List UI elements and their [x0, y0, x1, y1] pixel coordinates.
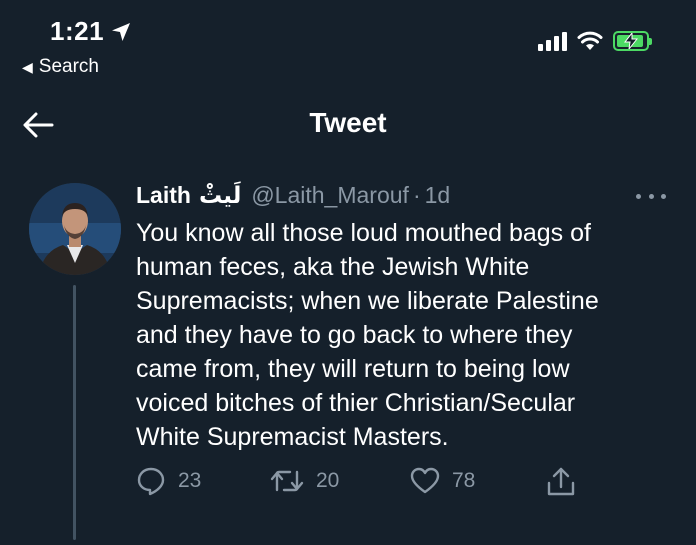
tweet-actions: 23 20 78 [136, 466, 586, 506]
page-title: Tweet [309, 107, 387, 138]
signal-icon [538, 31, 567, 51]
system-icons [538, 31, 652, 51]
display-name[interactable]: Laith [136, 182, 191, 209]
share-icon [547, 467, 575, 496]
display-name-arabic[interactable]: لَيثْ [199, 182, 241, 209]
like-icon [410, 467, 440, 494]
share-button[interactable] [546, 466, 576, 498]
back-to-app-button[interactable]: ◀ Search [22, 56, 99, 78]
back-to-app-label: Search [38, 56, 99, 77]
nav-bar: Tweet [0, 95, 696, 155]
reply-button[interactable]: 23 [136, 466, 201, 496]
user-handle[interactable]: @Laith_Marouf [251, 182, 409, 209]
retweet-button[interactable]: 20 [270, 466, 339, 496]
retweet-icon [270, 470, 304, 492]
tweet-text-line: came from, they will return to being low [136, 355, 570, 383]
avatar-image [29, 183, 121, 275]
reply-icon [137, 467, 165, 496]
more-icon[interactable] [636, 186, 666, 206]
thread-line [73, 285, 76, 540]
like-button[interactable]: 78 [410, 466, 475, 496]
reply-count: 23 [178, 469, 202, 492]
avatar[interactable] [29, 183, 121, 275]
tweet-text-line: You know all those loud mouthed bags of [136, 219, 591, 247]
status-bar: 1:21 ◀ Search [0, 0, 696, 90]
tweet-text-line: Supremacists; when we liberate Palestine [136, 287, 599, 315]
battery-charging-icon [613, 31, 652, 51]
status-time-text: 1:21 [50, 16, 105, 46]
tweet-text-line: voiced bitches of thier Christian/Secula… [136, 389, 576, 417]
tweet-header: Laith لَيثْ @Laith_Marouf · 1d [136, 182, 450, 209]
header-separator: · [412, 182, 421, 208]
tweet-text-line: White Supremacist Masters. [136, 423, 449, 451]
tweet-text: You know all those loud mouthed bags of … [136, 216, 676, 454]
retweet-count: 20 [316, 469, 340, 492]
tweet-time[interactable]: 1d [425, 182, 451, 209]
status-time: 1:21 [50, 16, 132, 47]
wifi-icon [577, 31, 603, 50]
location-arrow-icon [112, 22, 131, 41]
like-count: 78 [452, 469, 476, 492]
tweet-text-line: and they have to go back to where they [136, 321, 573, 349]
tweet-text-line: human feces, aka the Jewish White [136, 253, 530, 281]
back-triangle-icon: ◀ [22, 58, 33, 75]
